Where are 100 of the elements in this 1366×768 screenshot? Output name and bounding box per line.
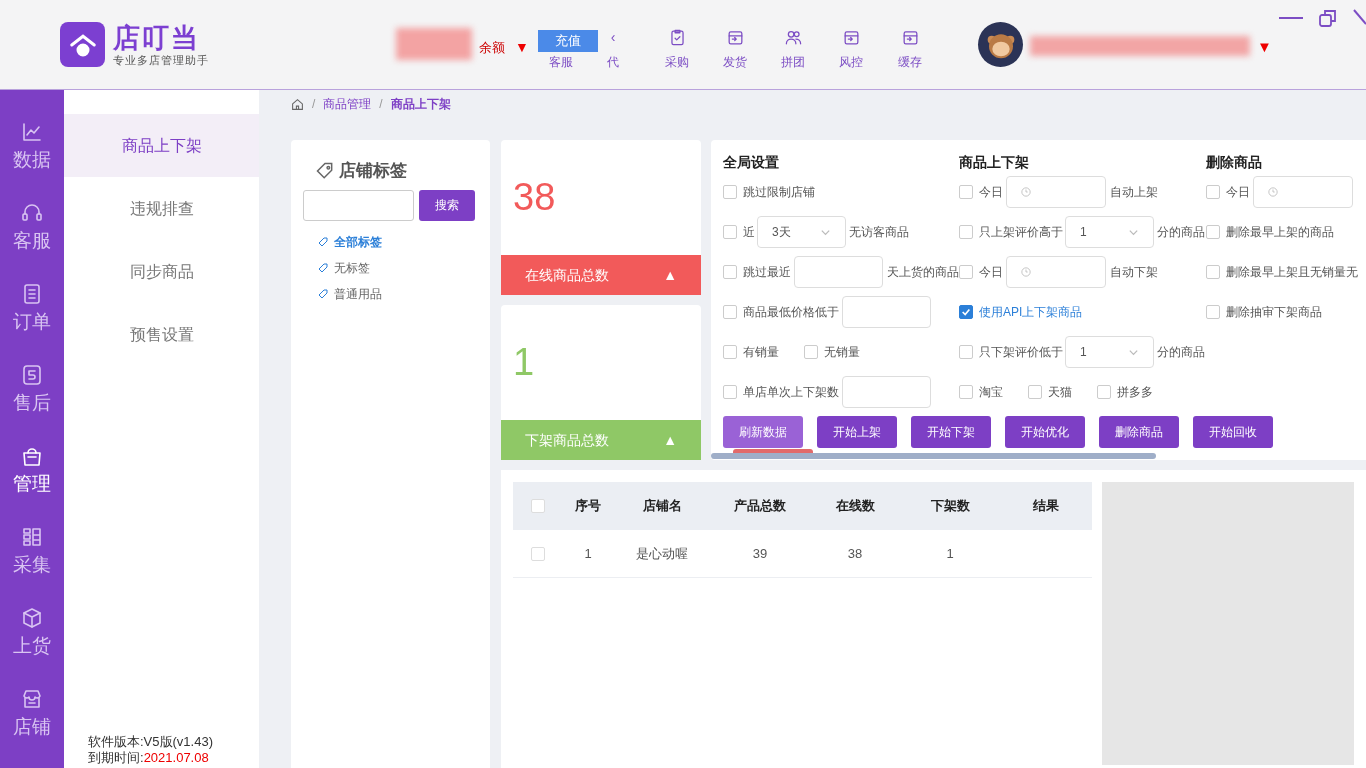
scrollbar[interactable] <box>711 453 1156 459</box>
checkbox[interactable] <box>1028 385 1042 399</box>
checkbox-option[interactable]: 删除最早上架且无销量无 <box>1206 263 1358 281</box>
select-field[interactable]: 1 <box>1065 216 1154 248</box>
checkbox-option[interactable]: 天猫 <box>1028 383 1072 401</box>
input-field[interactable] <box>842 376 931 408</box>
checkbox-option[interactable]: 今日 <box>1206 183 1250 201</box>
submenu-item[interactable]: 预售设置 <box>64 303 259 366</box>
checkbox[interactable] <box>959 225 973 239</box>
checkbox-option[interactable]: 商品最低价格低于 <box>723 303 839 321</box>
sidebar-item[interactable]: 店铺 <box>0 677 64 758</box>
nav-item[interactable]: 拼团 <box>781 54 805 70</box>
action-button[interactable]: 开始回收 <box>1193 416 1273 448</box>
home-icon[interactable] <box>291 97 304 111</box>
checkbox[interactable] <box>1206 305 1220 319</box>
sidebar-item[interactable]: 售后 <box>0 353 64 434</box>
checkbox-option[interactable]: 使用API上下架商品 <box>959 303 1083 321</box>
search-field[interactable] <box>303 189 414 221</box>
submenu-item[interactable]: 违规排查 <box>64 177 259 240</box>
checkbox[interactable] <box>1206 185 1220 199</box>
nav-item[interactable]: 发货 <box>723 54 747 70</box>
option-label: 自动下架 <box>1110 264 1158 281</box>
time-field[interactable] <box>1006 256 1106 288</box>
tag-item[interactable]: 普通用品 <box>317 280 478 307</box>
checkbox[interactable] <box>723 345 737 359</box>
logo-tagline: 专业多店管理助手 <box>113 52 209 67</box>
clock-icon <box>1021 267 1031 277</box>
sidebar-item[interactable]: 上货 <box>0 596 64 677</box>
recharge-button[interactable]: 充值 <box>538 30 598 52</box>
action-button[interactable]: 开始优化 <box>1005 416 1085 448</box>
checkbox-option[interactable]: 删除最早上架的商品 <box>1206 223 1334 241</box>
checkbox[interactable] <box>1206 225 1220 239</box>
clock-icon <box>1268 187 1278 197</box>
nav-item[interactable]: 采购 <box>665 54 689 70</box>
nav-item[interactable]: 客服 <box>549 54 573 70</box>
action-button[interactable]: 删除商品 <box>1099 416 1179 448</box>
checkbox-option[interactable]: 只上架评价高于 <box>959 223 1063 241</box>
action-button[interactable]: 刷新数据 <box>723 416 803 448</box>
checkbox-option[interactable]: 今日 <box>959 183 1003 201</box>
submenu-item[interactable]: 商品上下架 <box>64 114 259 177</box>
option-label: 分的商品 <box>1157 344 1205 361</box>
caret-icon[interactable]: ▼ <box>515 37 529 58</box>
checkbox-option[interactable]: 今日 <box>959 263 1003 281</box>
select-field[interactable]: 3天 <box>757 216 846 248</box>
sidebar-item[interactable]: 订单 <box>0 272 64 353</box>
checkbox[interactable] <box>723 305 737 319</box>
checkbox-option[interactable]: 删除抽审下架商品 <box>1206 303 1322 321</box>
checkbox[interactable] <box>959 385 973 399</box>
sidebar-item[interactable]: 管理 <box>0 434 64 515</box>
cube-icon <box>20 606 44 630</box>
checkbox-option[interactable]: 只下架评价低于 <box>959 343 1063 361</box>
sidebar-item[interactable]: 采集 <box>0 515 64 596</box>
stat-bar[interactable]: 在线商品总数 ▲ <box>501 255 701 295</box>
checkbox[interactable] <box>959 345 973 359</box>
people-icon <box>783 28 803 47</box>
checkbox-option[interactable]: 跳过最近 <box>723 263 791 281</box>
restore-icon[interactable] <box>1318 8 1338 28</box>
nav-item[interactable]: 缓存 <box>898 54 922 70</box>
chevron-icon[interactable]: ‹ <box>610 28 616 47</box>
search-button[interactable]: 搜索 <box>419 189 475 221</box>
checkbox-option[interactable]: 跳过限制店铺 <box>723 183 815 201</box>
checkbox-option[interactable]: 淘宝 <box>959 383 1003 401</box>
checkbox[interactable] <box>1206 265 1220 279</box>
checkbox[interactable] <box>723 265 737 279</box>
checkbox-option[interactable]: 有销量 <box>723 343 779 361</box>
checkbox[interactable] <box>723 185 737 199</box>
balance-label: 余额 <box>479 38 505 57</box>
checkbox[interactable] <box>723 385 737 399</box>
tag-icon <box>317 261 329 274</box>
time-field[interactable] <box>1253 176 1353 208</box>
checkbox[interactable] <box>804 345 818 359</box>
checkbox-option[interactable]: 无销量 <box>804 343 860 361</box>
nav-item[interactable]: 代 <box>607 54 619 70</box>
nav-item[interactable]: 风控 <box>839 54 863 70</box>
checkbox[interactable] <box>723 225 737 239</box>
breadcrumb-link[interactable]: 商品管理 <box>323 95 372 113</box>
checkbox-option[interactable]: 近 <box>723 223 755 241</box>
checkbox[interactable] <box>1097 385 1111 399</box>
checkbox[interactable] <box>959 185 973 199</box>
sidebar-item[interactable]: 客服 <box>0 191 64 272</box>
caret-icon[interactable]: ▼ <box>1257 36 1272 59</box>
tag-item[interactable]: 无标签 <box>317 254 478 281</box>
check-icon <box>961 307 971 317</box>
column-header: 结果 <box>1031 497 1060 516</box>
checkbox[interactable] <box>959 265 973 279</box>
avatar[interactable] <box>978 22 1023 67</box>
action-button[interactable]: 开始下架 <box>911 416 991 448</box>
tag-item[interactable]: 全部标签 <box>317 228 478 255</box>
submenu-item[interactable]: 同步商品 <box>64 240 259 303</box>
action-button[interactable]: 开始上架 <box>817 416 897 448</box>
select-field[interactable]: 1 <box>1065 336 1154 368</box>
input-field[interactable] <box>794 256 883 288</box>
checkbox[interactable] <box>959 305 973 319</box>
checkbox-option[interactable]: 拼多多 <box>1097 383 1153 401</box>
time-field[interactable] <box>1006 176 1106 208</box>
column-header: 下架数 <box>929 497 971 516</box>
checkbox-option[interactable]: 单店单次上下架数 <box>723 383 839 401</box>
input-field[interactable] <box>842 296 931 328</box>
sidebar-item[interactable]: 数据 <box>0 110 64 191</box>
option-label: 无访客商品 <box>849 224 909 241</box>
